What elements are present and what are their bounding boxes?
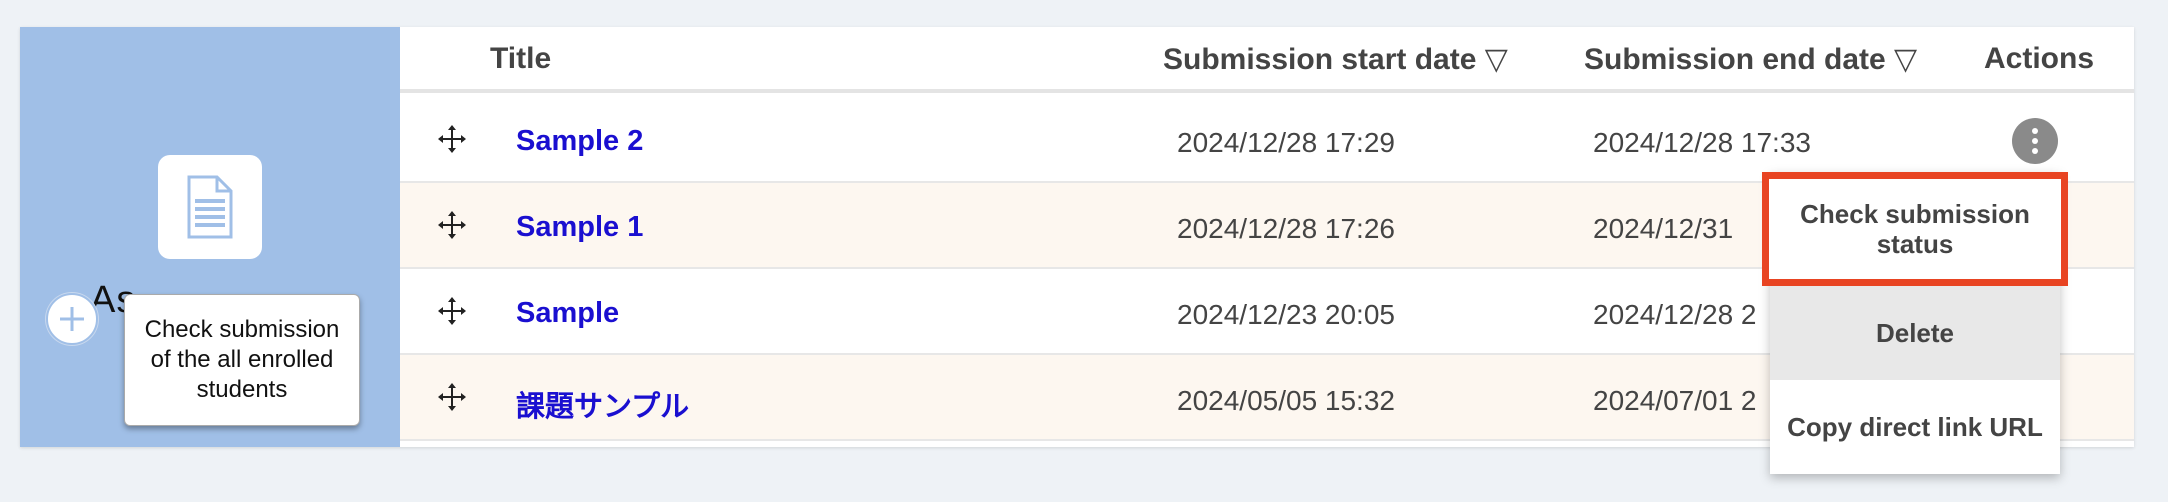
assignment-title-link[interactable]: 課題サンプル — [516, 383, 689, 425]
plus-icon — [60, 307, 84, 331]
column-header-end-date[interactable]: Submission end date ▽ — [1584, 42, 1917, 77]
column-header-actions: Actions — [1984, 42, 2095, 75]
more-actions-button[interactable] — [2012, 118, 2058, 164]
end-date: 2024/12/31 — [1593, 213, 1734, 244]
document-tile[interactable] — [158, 155, 262, 259]
kebab-dot-icon — [2032, 148, 2038, 154]
actions-dropdown-menu: Check submission status Delete Copy dire… — [1762, 172, 2068, 474]
drag-handle-icon[interactable] — [436, 123, 468, 155]
kebab-dot-icon — [2032, 128, 2038, 134]
assignment-sidebar: As Check submission of the all enrolled … — [20, 27, 400, 447]
add-button[interactable] — [46, 293, 98, 345]
start-date: 2024/05/05 15:32 — [1177, 385, 1395, 416]
assignment-title-link[interactable]: Sample 2 — [516, 125, 643, 158]
end-date: 2024/12/28 2 — [1593, 299, 1757, 330]
drag-handle-icon[interactable] — [436, 295, 468, 327]
add-tooltip: Check submission of the all enrolled stu… — [124, 294, 360, 426]
check-submission-status-menu-item[interactable]: Check submission status — [1762, 172, 2068, 286]
assignment-title-link[interactable]: Sample — [516, 297, 619, 330]
column-header-start-date[interactable]: Submission start date ▽ — [1163, 42, 1508, 77]
end-date: 2024/07/01 2 — [1593, 385, 1757, 416]
drag-handle-icon[interactable] — [436, 381, 468, 413]
drag-handle-icon[interactable] — [436, 209, 468, 241]
start-date: 2024/12/23 20:05 — [1177, 299, 1395, 330]
table-header: Title Submission start date ▽ Submission… — [400, 27, 2134, 93]
copy-link-menu-item[interactable]: Copy direct link URL — [1770, 380, 2060, 474]
kebab-dot-icon — [2032, 138, 2038, 144]
column-header-title[interactable]: Title — [490, 42, 551, 76]
document-icon — [187, 175, 233, 239]
start-date: 2024/12/28 17:29 — [1177, 127, 1395, 158]
end-date: 2024/12/28 17:33 — [1593, 127, 1811, 158]
delete-menu-item[interactable]: Delete — [1770, 286, 2060, 380]
start-date: 2024/12/28 17:26 — [1177, 213, 1395, 244]
table-row: Sample 2 2024/12/28 17:29 2024/12/28 17:… — [400, 97, 2134, 183]
assignment-title-link[interactable]: Sample 1 — [516, 211, 643, 244]
